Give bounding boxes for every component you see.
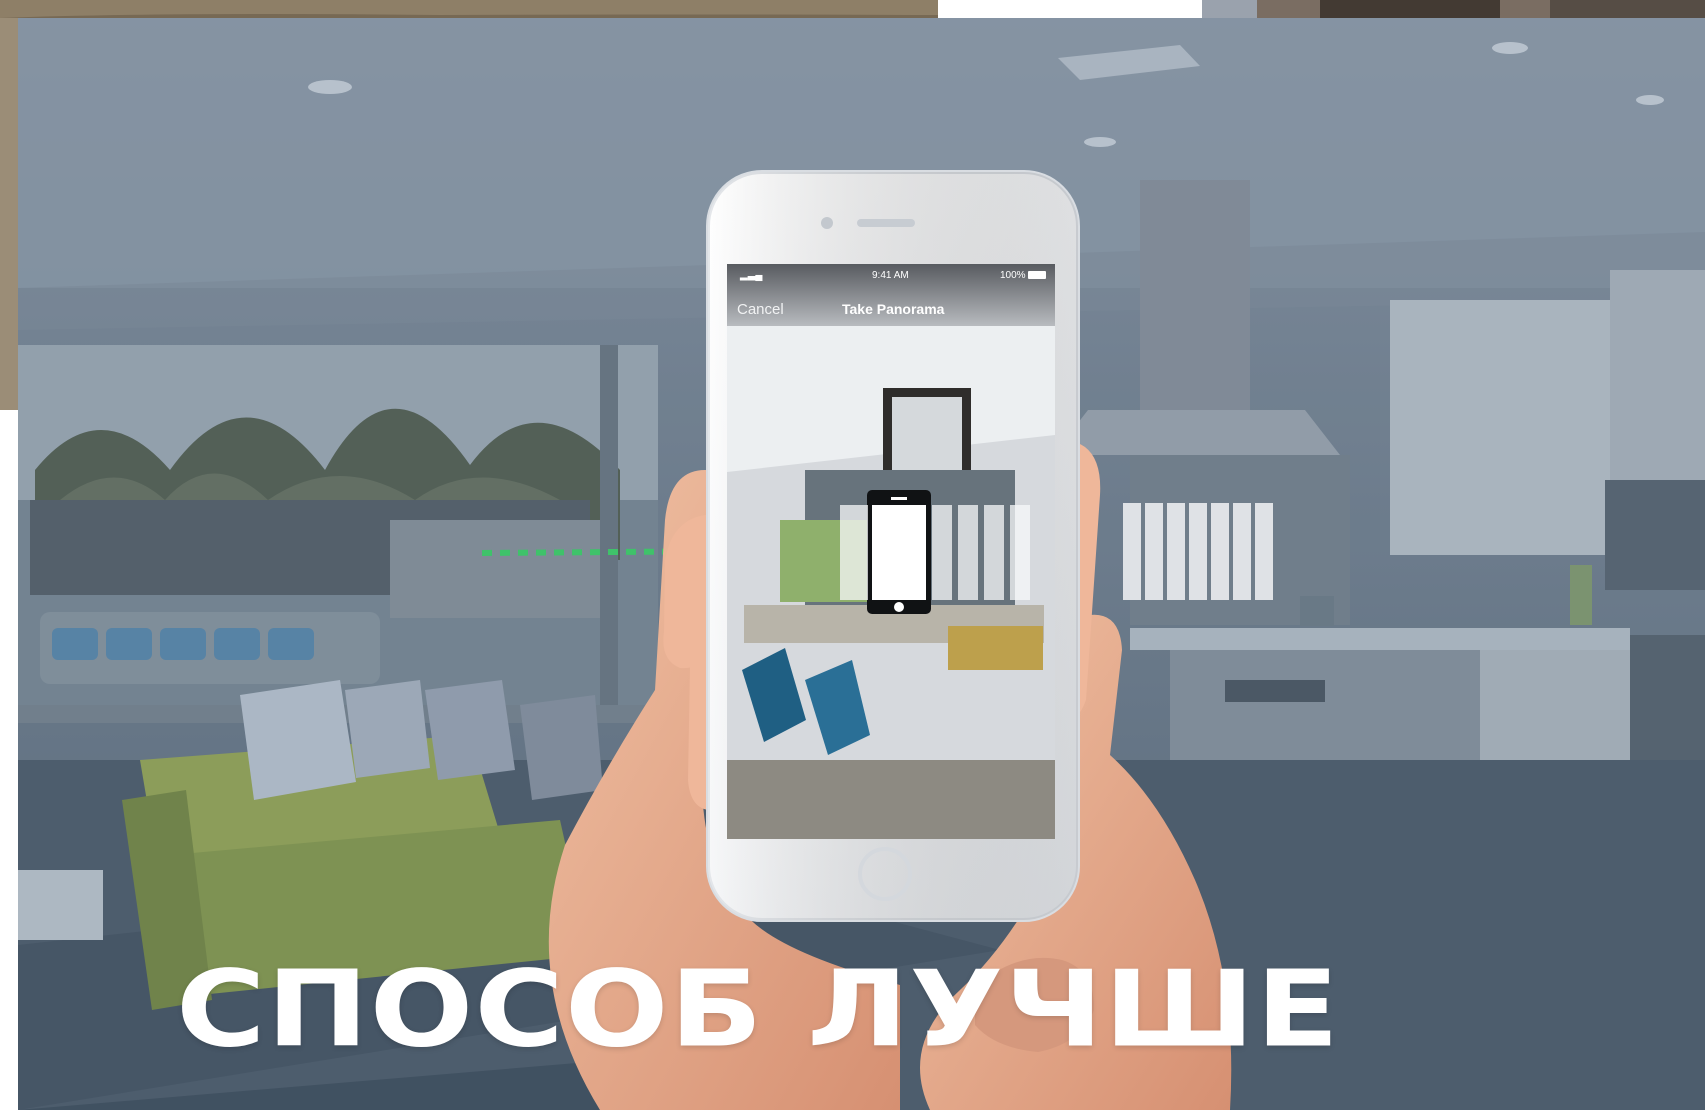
phone-outline-button xyxy=(894,602,904,612)
cancel-button[interactable]: Cancel xyxy=(737,301,784,318)
panorama-scene: ▂▃▄ 9:41 AM 100% Cancel Take Panorama СП… xyxy=(0,0,1705,1110)
left-slice xyxy=(0,18,18,1110)
top-right-photo-patch xyxy=(1202,0,1257,18)
scene-illustration: ▂▃▄ 9:41 AM 100% Cancel Take Panorama xyxy=(0,0,1705,1110)
capture-bar-11 xyxy=(1211,503,1229,600)
capture-bar-8 xyxy=(1145,503,1163,600)
smartphone: ▂▃▄ 9:41 AM 100% Cancel Take Panorama xyxy=(706,170,1080,922)
capture-bar-d xyxy=(984,505,1004,600)
capture-bar-e xyxy=(1010,505,1030,600)
capture-bar-b xyxy=(932,505,952,600)
status-battery: 100% xyxy=(1000,270,1026,281)
capture-bar-c xyxy=(958,505,978,600)
screen-floor xyxy=(727,760,1055,839)
capture-bar-a xyxy=(840,505,868,600)
capture-bar-12 xyxy=(1233,503,1251,600)
left-slice-photo xyxy=(0,18,18,410)
capture-bar-13 xyxy=(1255,503,1273,600)
phone-camera xyxy=(821,217,833,229)
capture-bar-10 xyxy=(1189,503,1207,600)
status-time: 9:41 AM xyxy=(872,270,909,281)
headline-text: СПОСОБ ЛУЧШЕ xyxy=(176,948,1341,1071)
phone-screen: ▂▃▄ 9:41 AM 100% Cancel Take Panorama xyxy=(727,264,1055,839)
phone-outline-speaker xyxy=(891,497,907,500)
top-right-photo-dark-2 xyxy=(1550,0,1705,18)
screen-yellow-pillow xyxy=(948,626,1043,670)
left-slice-margin xyxy=(0,410,18,1110)
top-strip xyxy=(0,0,1705,18)
phone-outline-screen xyxy=(872,505,926,600)
screen-title: Take Panorama xyxy=(842,301,945,317)
capture-bar-7 xyxy=(1123,503,1141,600)
battery-icon xyxy=(1028,271,1046,279)
top-right-photo-dark xyxy=(1320,0,1500,18)
capture-bar-9 xyxy=(1167,503,1185,600)
phone-earpiece xyxy=(857,219,915,227)
signal-icon: ▂▃▄ xyxy=(739,270,763,282)
